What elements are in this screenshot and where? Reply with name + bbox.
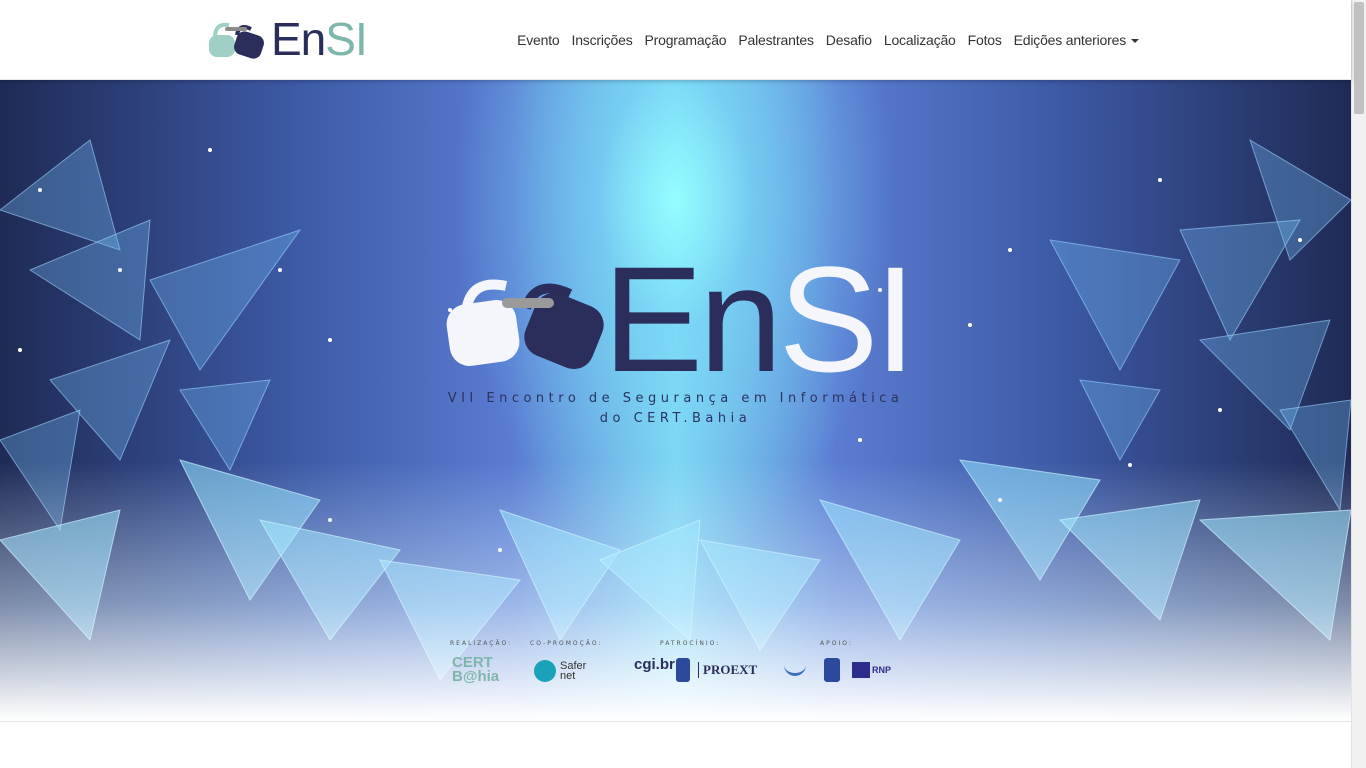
ufba-shield-icon: [676, 658, 690, 682]
nav-item-fotos[interactable]: Fotos: [968, 32, 1002, 48]
nav-item-inscricoes[interactable]: Inscrições: [572, 32, 633, 48]
ufba-crest-icon: [824, 658, 840, 682]
nav-item-programacao[interactable]: Programação: [645, 32, 727, 48]
hero-title-si: SI: [778, 235, 916, 403]
hero-ensi-logo: EnSI: [440, 244, 916, 394]
top-navbar: EnSI Evento Inscrições Programação Pales…: [0, 0, 1351, 80]
padlocks-icon: [207, 19, 269, 59]
label-apoio: APOIO:: [820, 640, 853, 647]
hero-title: EnSI: [603, 244, 916, 394]
nav-item-evento[interactable]: Evento: [517, 32, 560, 48]
label-copromocao: CO-PROMOÇÃO:: [530, 640, 603, 647]
proext-logo: PROEXT: [698, 662, 757, 678]
label-patrocinio: PATROCÍNIO:: [660, 640, 721, 647]
safernet-text: Safer net: [560, 661, 586, 682]
safernet-logo: Safer net: [534, 660, 586, 682]
brand-en: En: [271, 13, 326, 65]
hero-title-en: En: [603, 235, 782, 403]
hero-subtitle-line1: VII Encontro de Segurança em Informática: [447, 391, 904, 406]
page: EnSI Evento Inscrições Programação Pales…: [0, 0, 1366, 768]
fapesb-logo-icon: [784, 658, 806, 676]
scrollbar-thumb[interactable]: [1354, 2, 1364, 114]
caret-down-icon: [1131, 39, 1139, 44]
label-realizacao: REALIZAÇÃO:: [450, 640, 513, 647]
brand-wordmark: EnSI: [271, 13, 368, 65]
net-text: net: [560, 670, 576, 682]
rnp-text: RNP: [872, 665, 892, 675]
rnp-square-icon: [852, 662, 870, 678]
main-nav: Evento Inscrições Programação Palestrant…: [505, 0, 1139, 80]
content-section: [0, 721, 1351, 768]
hero-subtitle-line2: do CERT.Bahia: [599, 411, 752, 426]
cgi-br-logo: cgi.br: [634, 656, 675, 673]
bahia-text: B@hia: [452, 668, 500, 685]
nav-dropdown-label: Edições anteriores: [1013, 32, 1127, 48]
brand-si: SI: [325, 13, 367, 65]
hero-banner: EnSI VII Encontro de Segurança em Inform…: [0, 80, 1351, 721]
vertical-scrollbar[interactable]: [1351, 0, 1366, 768]
nav-item-edicoes-anteriores[interactable]: Edições anteriores: [1014, 32, 1139, 48]
nav-item-localizacao[interactable]: Localização: [884, 32, 956, 48]
hero-padlocks-icon: [446, 279, 604, 370]
nav-item-desafio[interactable]: Desafio: [826, 32, 872, 48]
rnp-logo: RNP: [852, 662, 891, 678]
nav-item-palestrantes[interactable]: Palestrantes: [738, 32, 814, 48]
cert-bahia-logo: CERT B@hia: [452, 655, 500, 685]
brand-logo-link[interactable]: EnSI: [207, 13, 368, 65]
sponsors-strip: REALIZAÇÃO: CO-PROMOÇÃO: PATROCÍNIO: APO…: [440, 640, 900, 700]
safernet-circle-icon: [534, 660, 556, 682]
